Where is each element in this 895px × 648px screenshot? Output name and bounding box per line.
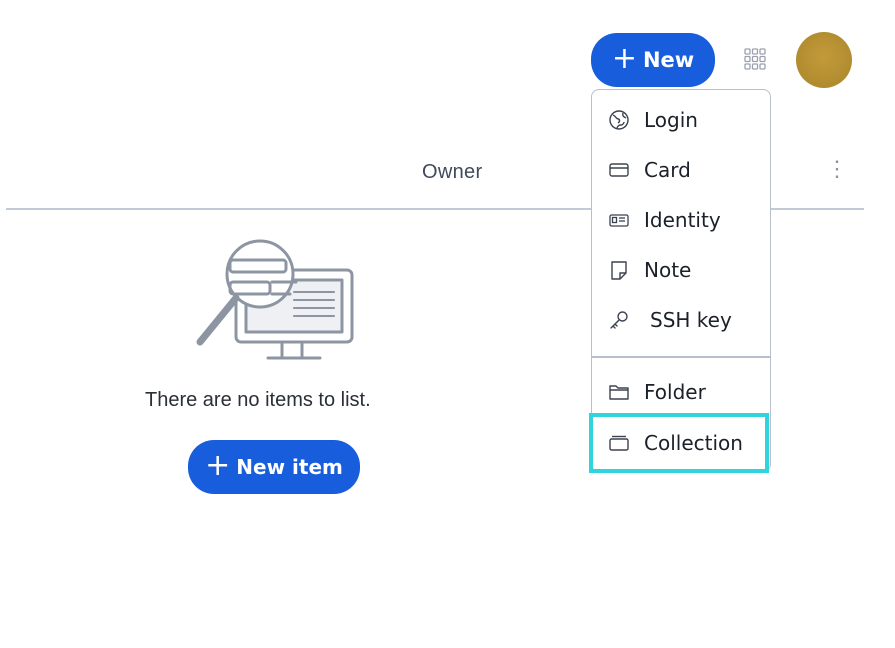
id-card-icon bbox=[608, 209, 630, 231]
menu-item-folder-label: Folder bbox=[644, 380, 706, 404]
new-button[interactable]: + New bbox=[591, 33, 715, 87]
credit-card-icon bbox=[608, 159, 630, 181]
collection-highlight-box bbox=[589, 413, 769, 473]
sticky-note-icon bbox=[608, 259, 630, 281]
menu-item-card-label: Card bbox=[644, 158, 691, 182]
menu-item-note[interactable]: Note bbox=[592, 248, 770, 292]
menu-item-login[interactable]: Login bbox=[592, 98, 770, 142]
owner-column-header[interactable]: Owner bbox=[422, 161, 482, 184]
new-button-label: New bbox=[642, 48, 695, 72]
key-icon bbox=[608, 309, 630, 331]
new-item-button[interactable]: + New item bbox=[188, 440, 360, 494]
menu-item-folder[interactable]: Folder bbox=[592, 370, 770, 414]
menu-item-identity-label: Identity bbox=[644, 208, 721, 232]
menu-item-card[interactable]: Card bbox=[592, 148, 770, 192]
menu-item-login-label: Login bbox=[644, 108, 698, 132]
globe-icon bbox=[608, 109, 630, 131]
folder-icon bbox=[608, 381, 630, 403]
menu-item-ssh-key-label: SSH key bbox=[650, 308, 732, 332]
menu-divider bbox=[592, 356, 770, 358]
kebab-icon[interactable]: ⋮ bbox=[826, 158, 848, 180]
plus-icon: + bbox=[205, 447, 231, 483]
empty-search-illustration bbox=[190, 236, 358, 364]
grid-icon[interactable] bbox=[744, 48, 766, 70]
menu-item-ssh-key[interactable]: SSH key bbox=[592, 298, 770, 342]
plus-icon: + bbox=[611, 40, 637, 76]
menu-item-identity[interactable]: Identity bbox=[592, 198, 770, 242]
avatar[interactable] bbox=[796, 32, 852, 88]
menu-item-note-label: Note bbox=[644, 258, 692, 282]
empty-state-message: There are no items to list. bbox=[145, 389, 371, 411]
new-item-button-label: New item bbox=[236, 455, 343, 479]
